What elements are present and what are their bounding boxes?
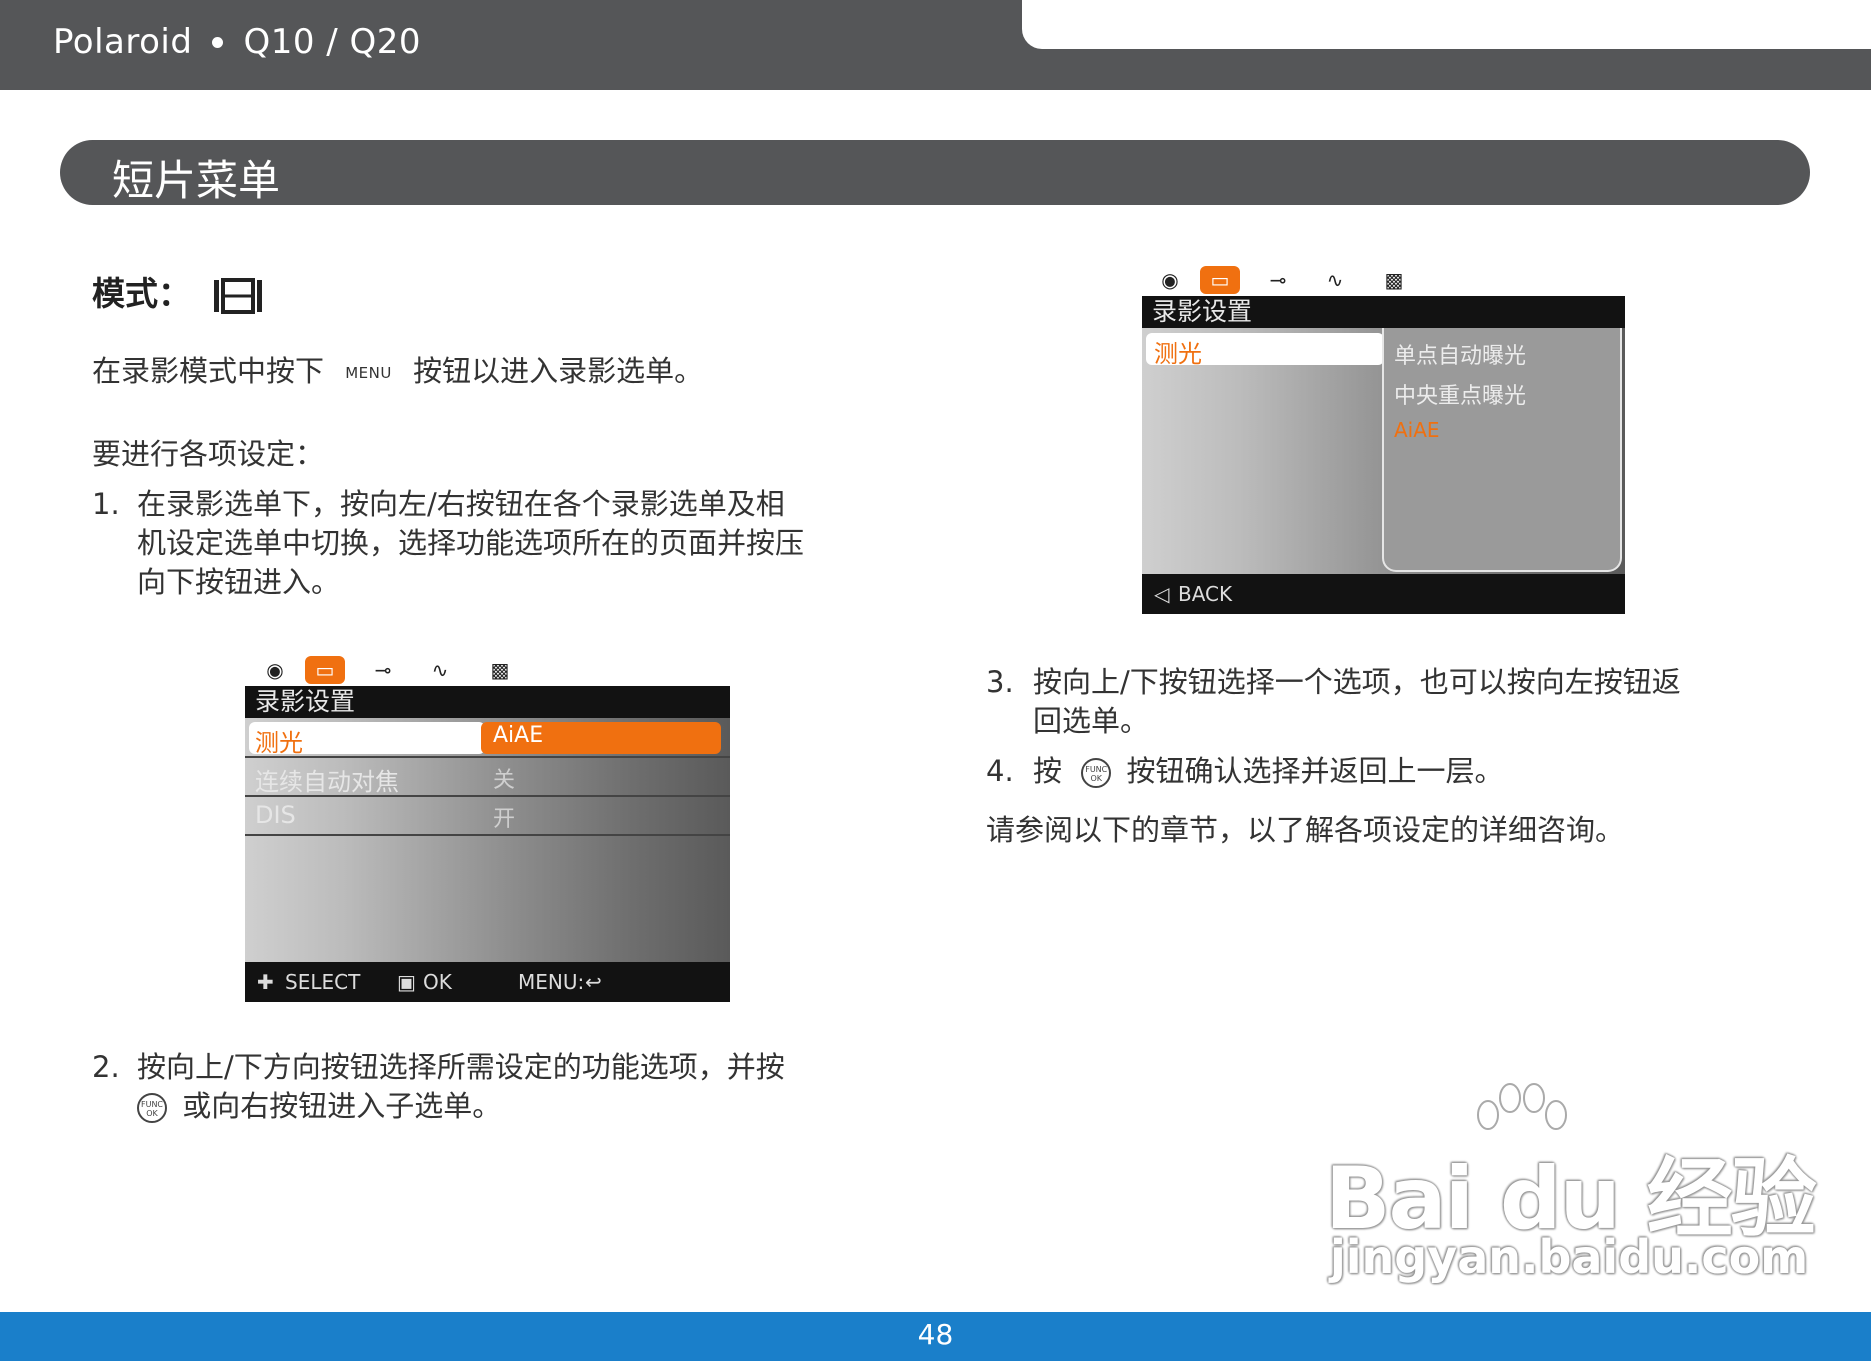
submenu-option-selected[interactable]: AiAE — [1394, 418, 1440, 442]
func-ok-icon: FUNC OK — [137, 1093, 167, 1123]
header-tab-cutout — [1022, 0, 1871, 49]
baidu-url-watermark: jingyan.baidu.com — [1330, 1230, 1809, 1284]
paw-icon — [1477, 1083, 1567, 1130]
back-arrow-icon: ◁ — [1154, 582, 1170, 606]
bullet-dot — [212, 36, 224, 48]
movie-tab-icon: ▭ — [1200, 266, 1240, 294]
step3-line1: 按向上/下按钮选择一个选项，也可以按向左按钮返 — [1033, 665, 1681, 699]
brand-line: Polaroid Q10 / Q20 — [53, 22, 421, 62]
step2-number: 2. — [92, 1050, 120, 1084]
footer-select: SELECT — [285, 970, 361, 994]
model-name: Q10 / Q20 — [243, 22, 422, 62]
step3-number: 3. — [986, 665, 1014, 699]
wrench-icon: ∿ — [431, 658, 449, 682]
section-bar — [60, 140, 1810, 205]
movie-tab-icon: ▭ — [305, 656, 345, 684]
mode-label: 模式： — [92, 274, 191, 313]
footer-menu: MENU: — [518, 970, 585, 994]
submenu-option[interactable]: 单点自动曝光 — [1394, 338, 1526, 370]
camera-icon: ◉ — [266, 658, 284, 682]
screen-header: 录影设置 — [245, 686, 730, 718]
step4-number: 4. — [986, 754, 1014, 788]
row-label: 测光 — [1154, 340, 1202, 368]
func-ok-icon: FUNC OK — [1081, 758, 1112, 788]
settings-heading: 要进行各项设定： — [92, 437, 325, 471]
step2-line2: 或向右按钮进入子选单。 — [182, 1089, 502, 1123]
menu-row-metering[interactable]: 测光 AiAE — [245, 720, 730, 758]
screen-header: 录影设置 — [1142, 296, 1625, 328]
row-value: AiAE — [493, 723, 544, 748]
intro-text-pre: 在录影模式中按下 — [92, 354, 325, 388]
movie-mode-icon — [213, 277, 262, 314]
ok-button-icon: ▣ — [397, 970, 416, 994]
row-label: DIS — [255, 801, 296, 829]
row-value: 开 — [493, 807, 516, 832]
menu-row-dis[interactable]: DIS 开 — [245, 798, 730, 836]
step4-pre: 按 — [1033, 754, 1063, 788]
step1-line2: 机设定选单中切换，选择功能选项所在的页面并按压 — [137, 526, 805, 560]
section-title: 短片菜单 — [112, 156, 281, 205]
submenu-option[interactable]: 中央重点曝光 — [1394, 378, 1526, 410]
playback-icon: ▩ — [490, 658, 510, 682]
intro-line: 在录影模式中按下 MENU 按钮以进入录影选单。 — [92, 352, 703, 392]
row-label: 连续自动对焦 — [255, 768, 399, 796]
camera-icon: ◉ — [1161, 268, 1179, 292]
key-icon: ⊸ — [1269, 268, 1287, 292]
menu-row-continuous-af[interactable]: 连续自动对焦 关 — [245, 759, 730, 797]
screen-tab-row: ◉ ▭ ⊸ ∿ ▩ — [1142, 260, 1625, 300]
mode-line: 模式： — [92, 275, 265, 315]
screen-tab-row: ◉ ▭ ⊸ ∿ ▩ — [245, 650, 730, 690]
submenu-panel: 单点自动曝光 中央重点曝光 AiAE — [1382, 328, 1622, 572]
step1-line1: 在录影选单下，按向左/右按钮在各个录影选单及相 — [137, 487, 785, 521]
step3-line2: 回选单。 — [1033, 704, 1150, 738]
footer-back: BACK — [1178, 582, 1233, 606]
menu-button-word: MENU — [345, 364, 392, 382]
step4-line: 按 FUNC OK 按钮确认选择并返回上一层。 — [1033, 752, 1503, 790]
footer-ok: OK — [423, 970, 452, 994]
step1-number: 1. — [92, 487, 120, 521]
step2-line1: 按向上/下方向按钮选择所需设定的功能选项，并按 — [137, 1050, 785, 1084]
screen-footer: ✚ SELECT ▣ OK MENU: ↩ — [245, 962, 730, 1002]
step1-line3: 向下按钮进入。 — [137, 565, 341, 599]
return-icon: ↩ — [585, 970, 602, 994]
brand-name: Polaroid — [53, 22, 193, 62]
row-label: 测光 — [255, 729, 303, 757]
key-icon: ⊸ — [374, 658, 392, 682]
step2-line2-wrap: FUNC OK 或向右按钮进入子选单。 — [137, 1087, 501, 1125]
closing-note: 请参阅以下的章节，以了解各项设定的详细咨询。 — [986, 813, 1625, 847]
intro-text-post: 按钮以进入录影选单。 — [413, 354, 704, 388]
camera-screen-menu: ◉ ▭ ⊸ ∿ ▩ 录影设置 测光 AiAE 连续自动对焦 关 DIS 开 ✚ … — [245, 650, 730, 1002]
step4-post: 按钮确认选择并返回上一层。 — [1126, 754, 1504, 788]
row-value: 关 — [493, 768, 516, 793]
dpad-icon: ✚ — [257, 970, 274, 994]
page-number: 48 — [917, 1318, 954, 1351]
playback-icon: ▩ — [1384, 268, 1404, 292]
camera-screen-submenu: ◉ ▭ ⊸ ∿ ▩ 录影设置 测光 单点自动曝光 中央重点曝光 AiAE ◁ B… — [1142, 260, 1625, 614]
screen-footer: ◁ BACK — [1142, 574, 1625, 614]
wrench-icon: ∿ — [1326, 268, 1344, 292]
